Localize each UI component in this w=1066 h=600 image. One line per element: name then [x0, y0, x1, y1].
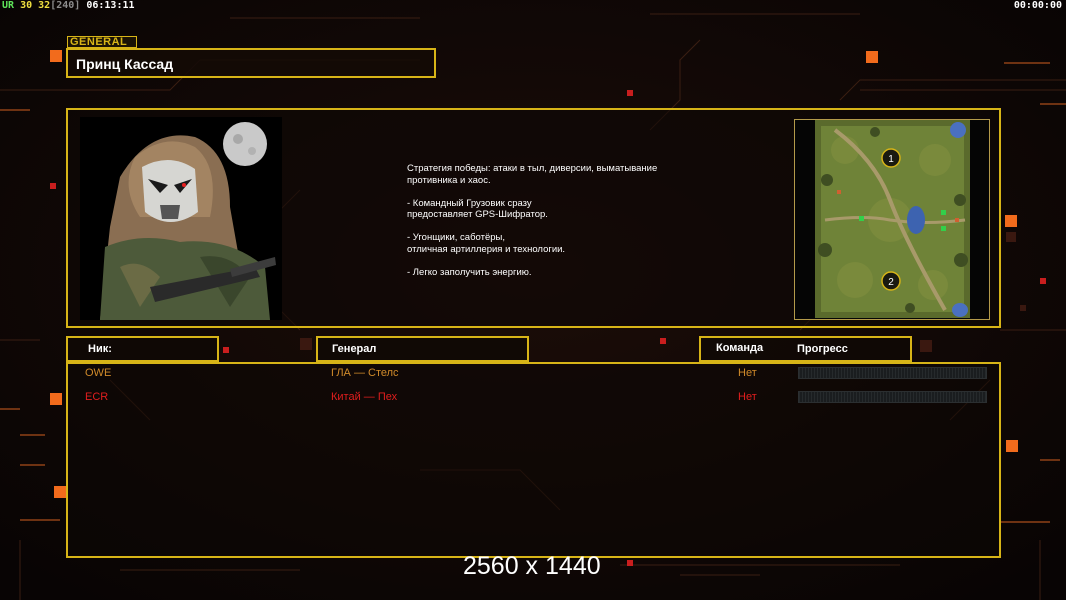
general-portrait-icon [80, 117, 282, 320]
player-nick: ECR [85, 391, 109, 403]
header-nick-label: Ник: [88, 343, 112, 355]
minimap-marker-1: 1 [888, 154, 894, 165]
header-team-progress: Команда Прогресс [699, 336, 912, 362]
hud-timer: 00:00:00 [1013, 0, 1062, 11]
hud-clock: 06:13:11 [86, 0, 135, 11]
header-progress-label: Прогресс [797, 343, 848, 355]
general-name-box: Принц Кассад [66, 48, 436, 78]
header-team-label: Команда [716, 342, 764, 354]
general-description: Стратегия победы: атаки в тыл, диверсии,… [407, 163, 658, 278]
header-nick: Ник: [66, 336, 219, 362]
hud-bracket-value: [240] [50, 0, 81, 11]
general-tag: GENERAL [67, 36, 137, 48]
player-nick: OWE [85, 367, 112, 379]
minimap-marker-2: 2 [888, 277, 894, 288]
general-name: Принц Кассад [76, 56, 174, 72]
resolution-label: 2560 x 1440 [463, 552, 601, 580]
header-general-label: Генерал [332, 343, 377, 355]
player-team: Нет [738, 367, 757, 379]
hud-value-b: 32 [38, 0, 51, 11]
hud-stats: UR 30 32[240] 06:13:11 [2, 0, 135, 11]
hud-rank: UR [2, 0, 15, 11]
player-team: Нет [738, 391, 757, 403]
minimap: 1 2 [815, 120, 970, 318]
header-general: Генерал [316, 336, 529, 362]
player-progress-bar [798, 367, 987, 379]
hud-value-a: 30 [20, 0, 33, 11]
player-progress-bar [798, 391, 987, 403]
player-general: Китай — Пех [331, 391, 398, 403]
player-general: ГЛА — Стелс [331, 367, 399, 379]
